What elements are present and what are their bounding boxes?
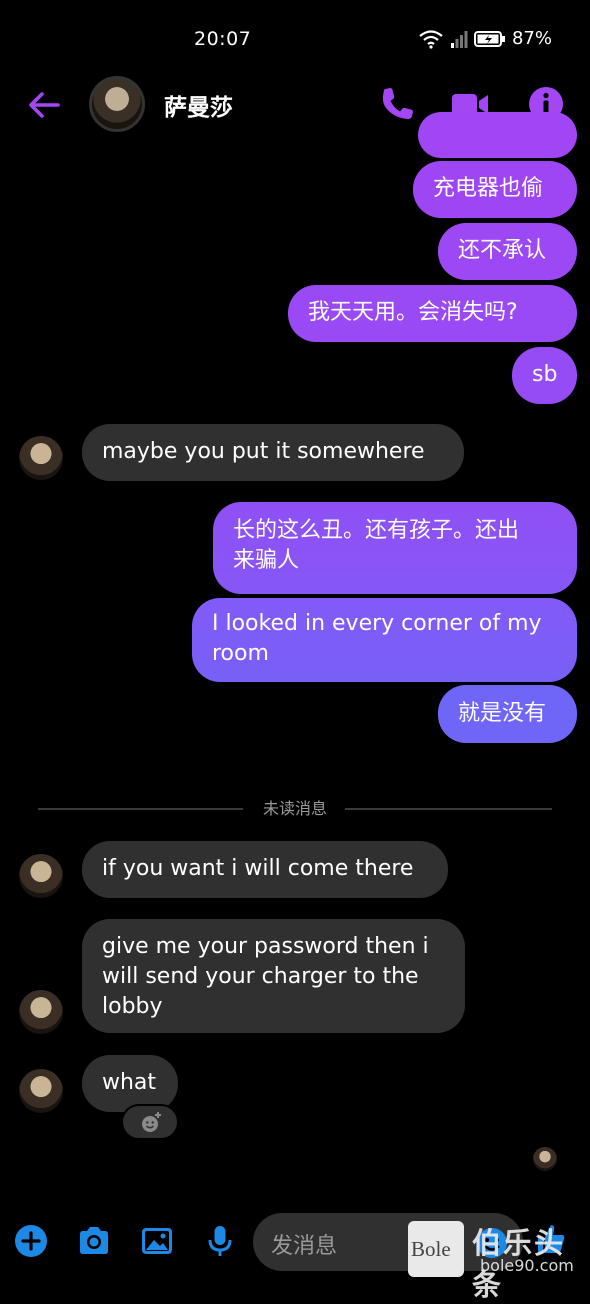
phone-call-icon[interactable] bbox=[376, 84, 416, 124]
message-bubble-outgoing[interactable]: 就是没有 bbox=[438, 685, 577, 743]
emoji-add-icon bbox=[142, 1112, 161, 1132]
message-bubble-incoming[interactable]: give me your password then i will send y… bbox=[82, 919, 465, 1033]
status-bar: 20:07 87% bbox=[0, 0, 590, 70]
message-bubble-outgoing[interactable]: 充电器也偷 bbox=[413, 161, 577, 218]
message-bubble-outgoing[interactable]: sb bbox=[512, 347, 577, 404]
message-bubble-outgoing[interactable]: 长的这么丑。还有孩子。还出 来骗人 bbox=[213, 502, 577, 594]
message-bubble-incoming[interactable]: maybe you put it somewhere bbox=[82, 424, 464, 481]
message-bubble-outgoing[interactable]: 还不承认 bbox=[438, 223, 577, 280]
message-bubble-incoming[interactable]: if you want i will come there bbox=[82, 841, 448, 898]
battery-icon bbox=[473, 30, 505, 47]
contact-avatar[interactable] bbox=[89, 76, 145, 132]
sender-avatar[interactable] bbox=[19, 1069, 63, 1113]
contact-name[interactable]: 萨曼莎 bbox=[164, 88, 233, 122]
signal-icon bbox=[450, 30, 468, 48]
message-bubble-outgoing[interactable]: I looked in every corner of my room bbox=[192, 598, 577, 682]
message-bubble-outgoing[interactable]: 我天天用。会消失吗? bbox=[288, 285, 577, 342]
battery-percent: 87% bbox=[511, 28, 552, 49]
sender-avatar[interactable] bbox=[19, 854, 63, 898]
gallery-image-icon[interactable] bbox=[139, 1223, 175, 1259]
message-list[interactable]: 充电器也偷 还不承认 我天天用。会消失吗? sb maybe you put i… bbox=[0, 112, 590, 1202]
watermark-site: bole90.com bbox=[480, 1256, 574, 1275]
message-input-placeholder: 发消息 bbox=[271, 1234, 338, 1259]
wifi-icon bbox=[419, 29, 443, 49]
watermark-brand: Bole bbox=[411, 1237, 451, 1261]
watermark: Bole 伯乐头条 bole90.com bbox=[408, 1218, 590, 1302]
sender-avatar[interactable] bbox=[19, 436, 63, 480]
status-time: 20:07 bbox=[194, 28, 252, 50]
unread-divider: 未读消息 bbox=[38, 797, 552, 819]
microphone-icon[interactable] bbox=[202, 1223, 238, 1259]
message-bubble-partial[interactable] bbox=[418, 112, 577, 158]
divider-line bbox=[345, 808, 552, 810]
unread-label: 未读消息 bbox=[262, 799, 327, 818]
back-arrow-icon[interactable] bbox=[24, 85, 64, 125]
sender-avatar[interactable] bbox=[19, 990, 63, 1034]
add-reaction-button[interactable] bbox=[121, 1104, 179, 1140]
add-plus-icon[interactable] bbox=[13, 1223, 49, 1259]
watermark-logo: Bole bbox=[408, 1221, 464, 1277]
camera-icon[interactable] bbox=[76, 1223, 112, 1259]
seen-avatar bbox=[533, 1147, 557, 1171]
status-icons: 87% bbox=[418, 28, 552, 49]
